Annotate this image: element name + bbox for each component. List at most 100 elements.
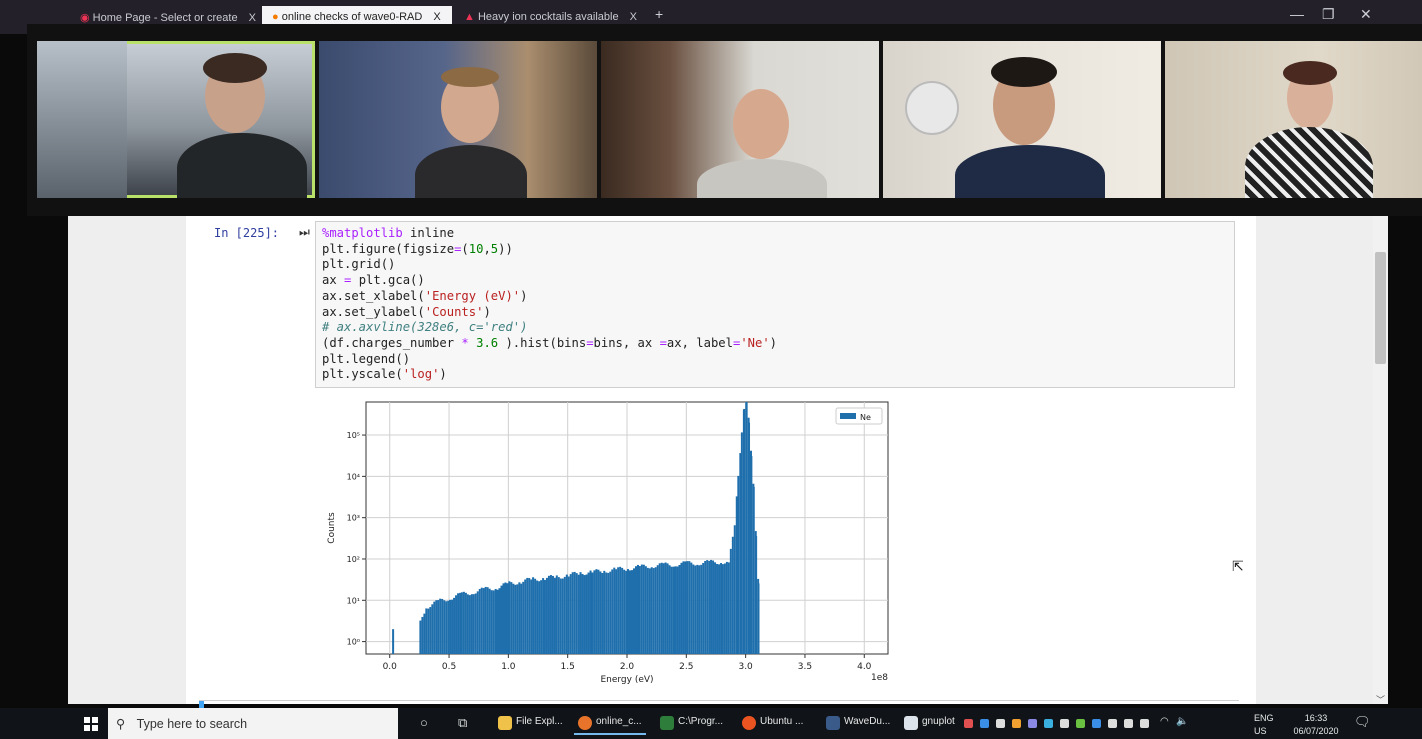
tab-label: Heavy ion cocktails available: [477, 11, 619, 23]
histogram-bar: [729, 548, 732, 654]
y-tick-label: 10⁴: [347, 472, 360, 481]
histogram-bar: [721, 564, 724, 654]
code-token: ): [439, 367, 447, 382]
input-language[interactable]: ENG US: [1254, 713, 1274, 736]
clock[interactable]: 16:33 06/07/2020: [1288, 713, 1344, 736]
code-token: ax, label: [666, 335, 733, 350]
tab-close-icon[interactable]: X: [433, 11, 440, 23]
histogram-bar: [581, 574, 584, 654]
tab-close-icon[interactable]: X: [249, 12, 256, 24]
scrollbar-thumb[interactable]: [1375, 252, 1386, 364]
histogram-bar: [445, 601, 448, 654]
histogram-bar: [492, 590, 495, 654]
histogram-bar: [684, 561, 687, 654]
code-token: plt.yscale(: [322, 367, 403, 382]
participant-video-1[interactable]: [37, 41, 315, 198]
taskbar-app-cmd[interactable]: C:\Progr...: [656, 712, 727, 735]
histogram-bar: [593, 570, 596, 654]
tray-app-icon[interactable]: [1140, 719, 1149, 728]
close-window-button[interactable]: ✕: [1360, 6, 1372, 23]
taskbar-app-gnuplot[interactable]: gnuplot: [900, 712, 959, 735]
histogram-bar: [508, 581, 511, 654]
histogram-bar: [646, 567, 649, 654]
background-wall: [37, 41, 127, 198]
tray-app-icon[interactable]: [1108, 719, 1117, 728]
participant-video-3[interactable]: [601, 41, 879, 198]
histogram-bar: [528, 578, 531, 654]
code-token: %matplotlib: [322, 226, 403, 240]
histogram-bar: [700, 564, 703, 654]
tab-close-icon[interactable]: X: [630, 11, 637, 23]
taskbar-app-ubuntu[interactable]: Ubuntu ...: [738, 712, 807, 735]
y-tick-label: 10²: [347, 555, 360, 564]
code-token: *: [461, 335, 469, 350]
wifi-icon[interactable]: ◠: [1160, 716, 1169, 727]
scroll-down-arrow-icon[interactable]: ﹀: [1376, 693, 1385, 706]
participant-video-4[interactable]: [883, 41, 1161, 198]
notifications-icon[interactable]: 🗨: [1354, 714, 1371, 730]
histogram-bar: [642, 564, 645, 654]
histogram-bar: [545, 577, 548, 654]
histogram-bar: [555, 575, 558, 654]
histogram-bar: [668, 565, 671, 654]
tray-app-icon[interactable]: [1028, 719, 1037, 728]
tray-app-icon[interactable]: [1060, 719, 1069, 728]
histogram-bar: [708, 560, 711, 654]
participant-face: [733, 89, 789, 159]
new-tab-button[interactable]: +: [655, 6, 663, 22]
histogram-bar: [585, 574, 588, 654]
participant-video-2[interactable]: [319, 41, 597, 198]
code-token: 'log': [402, 367, 440, 382]
terminal-icon: [660, 716, 674, 730]
histogram-bar: [725, 561, 728, 654]
histogram-bar: [696, 564, 699, 654]
code-cell-editor[interactable]: %matplotlib inline plt.figure(figsize=(10…: [315, 221, 1235, 388]
tray-app-icon[interactable]: [964, 719, 973, 728]
histogram-bar: [625, 570, 628, 654]
cortana-icon[interactable]: ○: [420, 715, 428, 730]
taskbar-app-firefox[interactable]: online_c...: [574, 712, 646, 735]
code-token: =: [586, 335, 594, 350]
tray-app-icon[interactable]: [1092, 719, 1101, 728]
x-tick-label: 2.0: [620, 662, 635, 672]
code-token: 'Ne': [740, 335, 770, 350]
x-tick-label: 0.0: [383, 662, 398, 672]
volume-icon[interactable]: 🔈: [1176, 716, 1188, 727]
run-cell-icon[interactable]: ⏭: [299, 225, 310, 240]
y-tick-label: 10⁰: [347, 638, 360, 647]
histogram-bar: [488, 588, 491, 654]
histogram-bar: [538, 581, 541, 654]
search-placeholder: Type here to search: [136, 717, 248, 731]
tray-app-icon[interactable]: [996, 719, 1005, 728]
histogram-bar: [526, 577, 529, 654]
histogram-bar: [678, 565, 681, 654]
taskbar-app-wavedump[interactable]: WaveDu...: [822, 712, 894, 735]
maximize-button[interactable]: ❐: [1322, 6, 1335, 23]
participant-video-5[interactable]: [1165, 41, 1422, 198]
taskbar-app-file-explorer[interactable]: File Expl...: [494, 712, 567, 735]
histogram-bar: [617, 567, 620, 654]
tray-app-icon[interactable]: [980, 719, 989, 728]
histogram-bar: [670, 566, 673, 654]
code-token: ,: [483, 241, 491, 256]
task-view-icon[interactable]: ⧉: [458, 715, 467, 731]
histogram-bar: [613, 567, 616, 654]
histogram-bar: [449, 599, 452, 654]
participant-body: [415, 145, 527, 198]
app-label: WaveDu...: [844, 716, 891, 727]
histogram-bar: [427, 608, 430, 654]
histogram-bar: [567, 576, 570, 654]
histogram-bar: [706, 560, 709, 654]
histogram-bar: [662, 563, 665, 654]
histogram-bar: [506, 583, 509, 654]
tab-label: Home Page - Select or create: [92, 12, 238, 24]
minimize-button[interactable]: —: [1290, 6, 1304, 22]
tray-app-icon[interactable]: [1012, 719, 1021, 728]
taskbar-search-box[interactable]: ⚲ Type here to search: [108, 708, 398, 739]
tray-app-icon[interactable]: [1076, 719, 1085, 728]
windows-start-icon[interactable]: [84, 717, 98, 731]
tray-app-icon[interactable]: [1044, 719, 1053, 728]
histogram-bar: [692, 564, 695, 654]
histogram-bar: [557, 577, 560, 654]
tray-app-icon[interactable]: [1124, 719, 1133, 728]
